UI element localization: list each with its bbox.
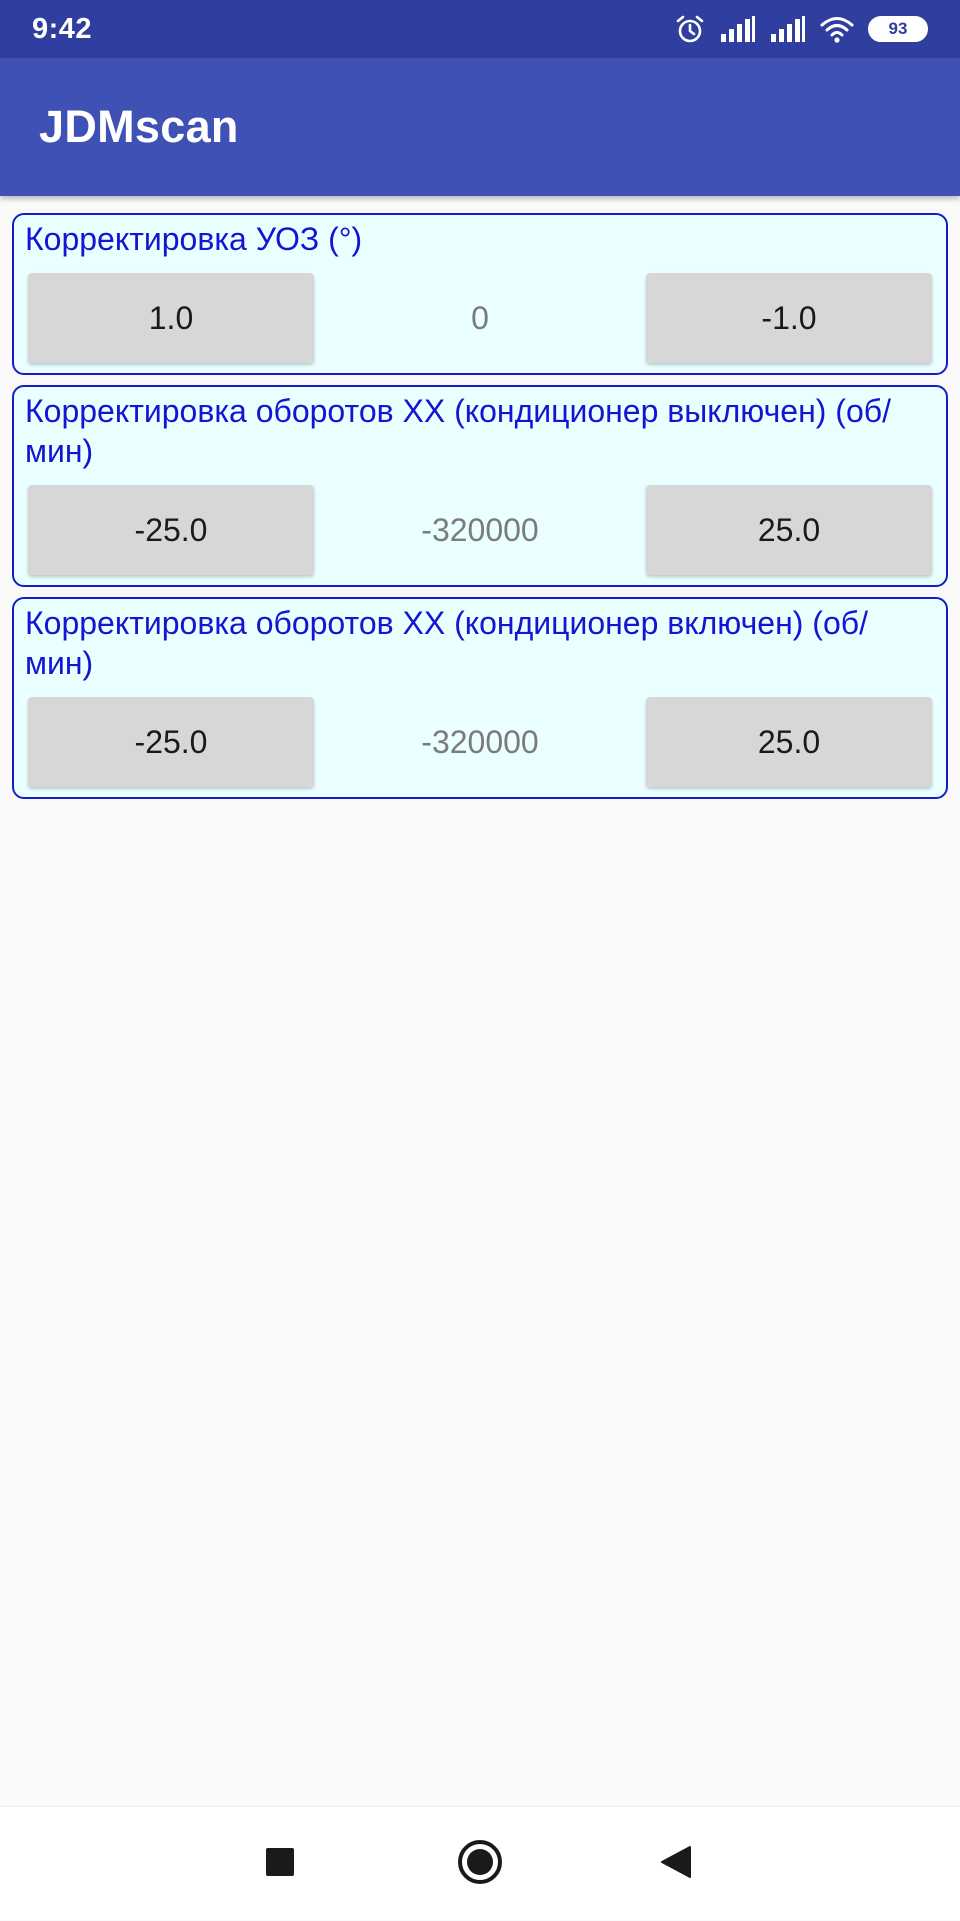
panel-row: 1.0 0 -1.0: [24, 273, 936, 363]
home-button[interactable]: [420, 1807, 540, 1921]
panel-row: -25.0 -320000 25.0: [24, 485, 936, 575]
alarm-icon: [674, 13, 706, 45]
panel-idle-rpm-ac-on: Корректировка оборотов ХХ (кондиционер в…: [12, 597, 948, 799]
panel-idle-rpm-ac-off: Корректировка оборотов ХХ (кондиционер в…: [12, 385, 948, 587]
status-icons: 93: [674, 13, 928, 45]
app-bar: JDMscan: [0, 58, 960, 196]
nav-bar: [0, 1806, 960, 1920]
back-button[interactable]: [616, 1807, 736, 1921]
panel-label: Корректировка оборотов ХХ (кондиционер в…: [25, 605, 868, 681]
back-triangle-icon: [660, 1845, 692, 1884]
recents-button[interactable]: [220, 1807, 340, 1921]
status-bar: 9:42 93: [0, 0, 960, 58]
battery-icon: 93: [868, 16, 928, 42]
panel-label: Корректировка оборотов ХХ (кондиционер в…: [25, 393, 891, 469]
panel-value: -320000: [421, 723, 539, 760]
panel-label: Корректировка УОЗ (°): [25, 221, 363, 257]
wifi-icon: [820, 15, 854, 43]
status-time: 9:42: [32, 12, 93, 45]
decrement-button[interactable]: -25.0: [28, 697, 314, 787]
panel-row: -25.0 -320000 25.0: [24, 697, 936, 787]
content: Корректировка УОЗ (°) 1.0 0 -1.0 Коррект…: [0, 196, 960, 809]
home-circle-icon: [457, 1839, 503, 1890]
increment-button[interactable]: 25.0: [646, 697, 932, 787]
increment-button[interactable]: 1.0: [28, 273, 314, 363]
recents-square-icon: [265, 1847, 295, 1882]
signal-icon: [720, 16, 756, 42]
panel-value: -320000: [421, 511, 539, 548]
panel-value: 0: [471, 299, 489, 336]
decrement-button[interactable]: -1.0: [646, 273, 932, 363]
decrement-button[interactable]: -25.0: [28, 485, 314, 575]
app-title: JDMscan: [39, 101, 239, 152]
panel-ignition-timing: Корректировка УОЗ (°) 1.0 0 -1.0: [12, 213, 948, 375]
increment-button[interactable]: 25.0: [646, 485, 932, 575]
signal-icon: [770, 16, 806, 42]
